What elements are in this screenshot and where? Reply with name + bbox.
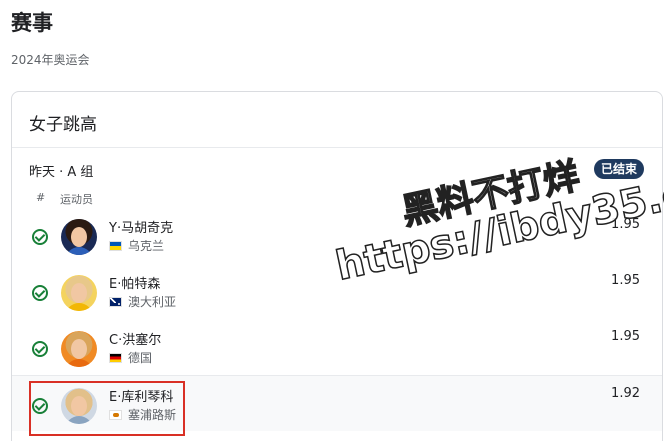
group-label: 昨天 · A 组 <box>29 165 94 180</box>
page-subtitle: 2024年奥运会 <box>11 53 90 67</box>
athlete-result: 1.95 <box>611 217 640 232</box>
athlete-result: 1.95 <box>611 329 640 344</box>
athlete-country: 乌克兰 <box>109 237 164 254</box>
page-title: 赛事 <box>11 11 53 35</box>
athlete-name: E·库利琴科 <box>109 390 174 405</box>
athlete-row[interactable]: E·库利琴科 塞浦路斯 1.92 <box>12 375 662 431</box>
status-badge: 已结束 <box>594 159 645 179</box>
check-circle-icon <box>32 341 48 357</box>
country-label: 澳大利亚 <box>128 295 177 309</box>
column-header-athlete: 运动员 <box>60 193 93 206</box>
check-circle-icon <box>32 229 48 245</box>
flag-ukraine-icon <box>109 240 122 251</box>
athlete-country: 塞浦路斯 <box>109 406 176 423</box>
country-label: 塞浦路斯 <box>128 408 177 422</box>
athlete-row[interactable]: Y·马胡奇克 乌克兰 1.95 <box>12 207 662 263</box>
avatar <box>61 388 97 424</box>
event-title[interactable]: 女子跳高 <box>29 110 97 135</box>
athlete-list: Y·马胡奇克 乌克兰 1.95 E·帕特森 澳大利亚 1.95 C·洪塞尔 德国… <box>12 207 662 431</box>
avatar <box>61 275 97 311</box>
athlete-name: E·帕特森 <box>109 277 161 292</box>
athlete-result: 1.92 <box>611 386 640 401</box>
flag-australia-icon <box>109 296 122 307</box>
athlete-country: 澳大利亚 <box>109 293 176 310</box>
event-card: 女子跳高 昨天 · A 组 已结束 # 运动员 Y·马胡奇克 乌克兰 1.95 <box>11 91 663 441</box>
avatar <box>61 219 97 255</box>
athlete-row[interactable]: E·帕特森 澳大利亚 1.95 <box>12 263 662 319</box>
country-label: 乌克兰 <box>128 239 165 253</box>
country-label: 德国 <box>128 351 153 365</box>
athlete-name: Y·马胡奇克 <box>109 221 174 236</box>
athlete-country: 德国 <box>109 349 152 366</box>
flag-germany-icon <box>109 352 122 363</box>
athlete-row[interactable]: C·洪塞尔 德国 1.95 <box>12 319 662 375</box>
avatar <box>61 331 97 367</box>
athlete-name: C·洪塞尔 <box>109 333 162 348</box>
flag-cyprus-icon <box>109 409 122 420</box>
check-circle-icon <box>32 285 48 301</box>
check-circle-icon <box>32 398 48 414</box>
athlete-result: 1.95 <box>611 273 640 288</box>
column-header-rank: # <box>36 191 46 204</box>
card-divider <box>12 147 662 148</box>
